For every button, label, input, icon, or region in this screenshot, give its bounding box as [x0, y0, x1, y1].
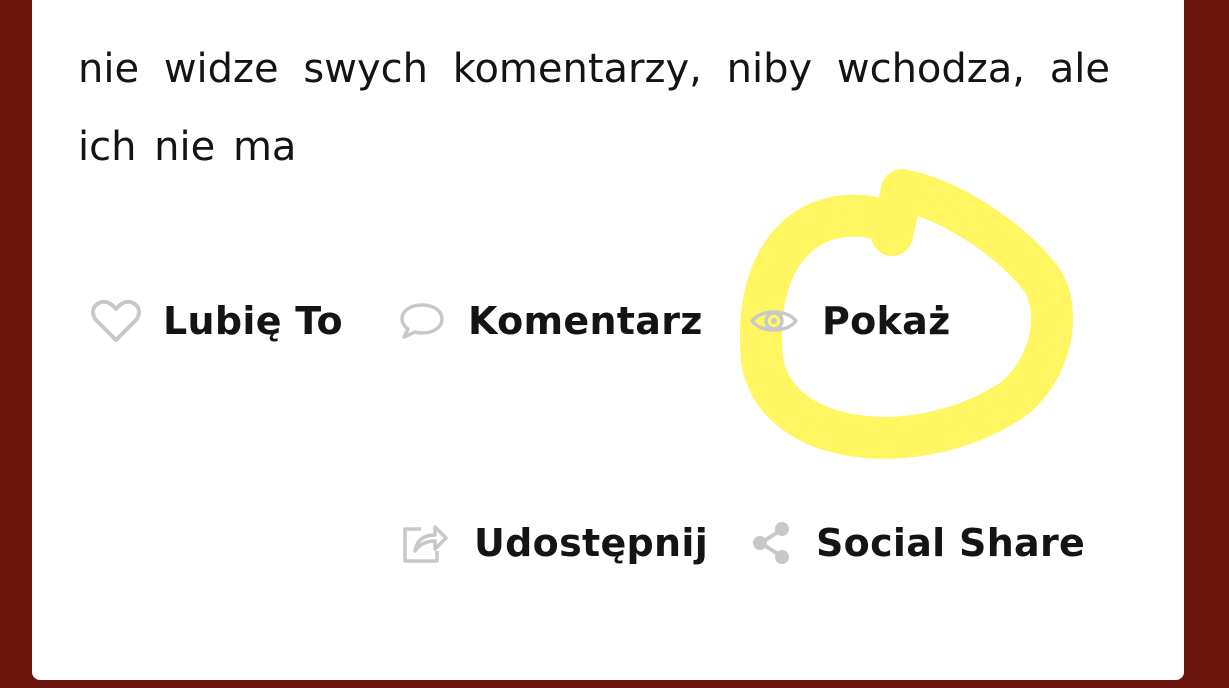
show-button[interactable]: Pokaż [748, 291, 951, 351]
share-button[interactable]: Udostępnij [398, 513, 708, 573]
like-button[interactable]: Lubię To [90, 291, 343, 351]
eye-icon [748, 304, 800, 338]
comment-label: Komentarz [468, 299, 703, 343]
share-nodes-icon [750, 521, 792, 565]
post-text: nie widze swych komentarzy, niby wchodza… [78, 46, 1110, 170]
social-share-button[interactable]: Social Share [750, 513, 1085, 573]
speech-bubble-icon [398, 301, 446, 341]
social-share-label: Social Share [816, 521, 1086, 565]
post-card: nie widze swych komentarzy, niby wchodza… [32, 0, 1184, 680]
comment-button[interactable]: Komentarz [398, 291, 703, 351]
heart-outline-icon [90, 298, 142, 344]
show-label: Pokaż [822, 299, 951, 343]
share-label: Udostępnij [474, 521, 709, 565]
share-arrow-icon [398, 521, 450, 565]
like-label: Lubię To [163, 299, 343, 343]
